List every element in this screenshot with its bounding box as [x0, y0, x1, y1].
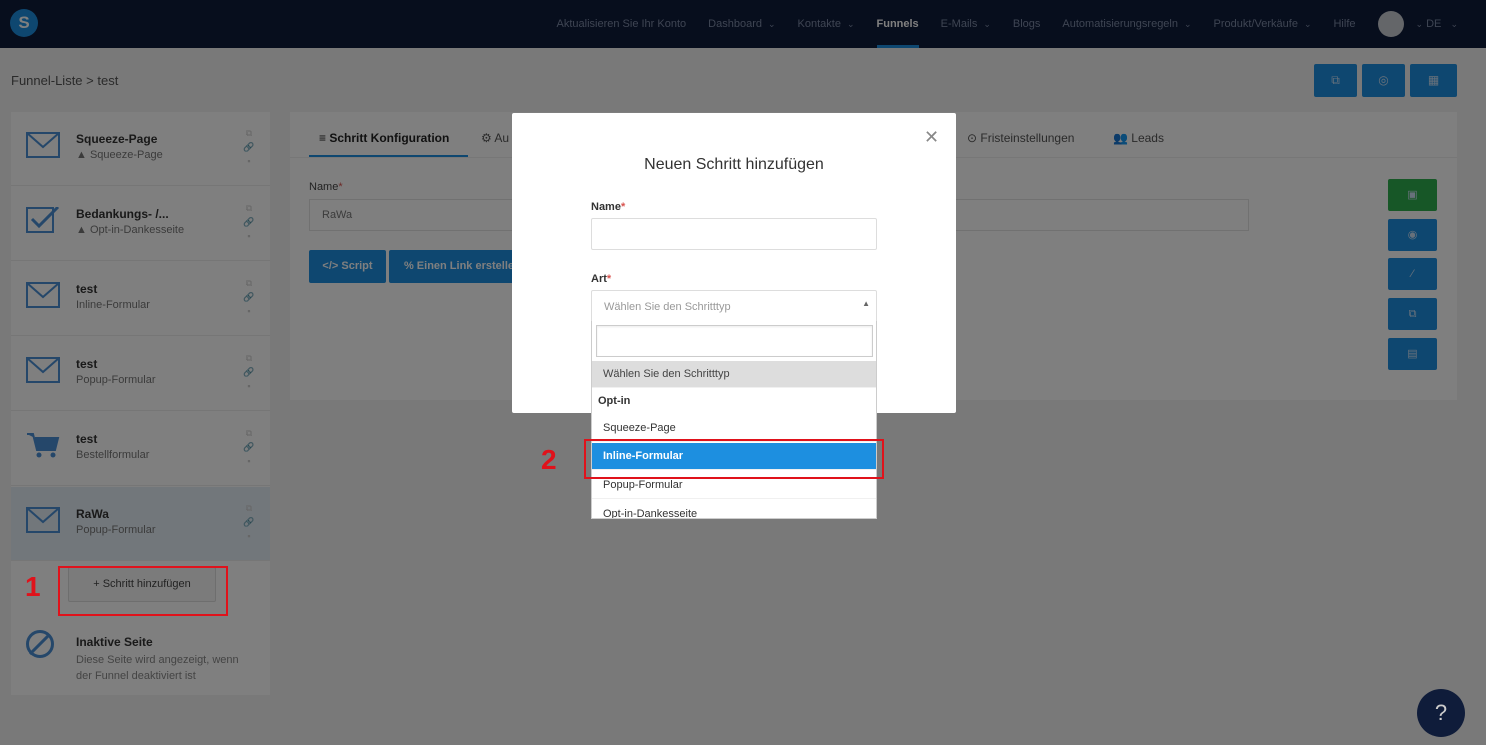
option-squeeze-page[interactable]: Squeeze-Page [592, 415, 876, 442]
step-type-dropdown: Wählen Sie den Schritttyp Opt-in Squeeze… [591, 321, 877, 519]
option-placeholder[interactable]: Wählen Sie den Schritttyp [592, 361, 876, 388]
modal-name-label: Name* [591, 201, 626, 213]
step-type-select[interactable]: Wählen Sie den Schritttyp ▲ [591, 290, 877, 322]
annotation-box-2 [584, 439, 884, 479]
modal-type-label: Art* [591, 273, 612, 285]
option-group-optin: Opt-in [598, 395, 631, 407]
annotation-number-2: 2 [541, 444, 557, 475]
annotation-number-1: 1 [25, 571, 41, 602]
caret-up-icon: ▲ [862, 299, 870, 308]
dropdown-search-input[interactable] [596, 325, 873, 357]
annotation-box-1 [58, 566, 228, 616]
modal-name-input[interactable] [591, 218, 877, 250]
help-button[interactable]: ? [1417, 689, 1465, 737]
close-icon[interactable]: ✕ [924, 127, 939, 148]
modal-title: Neuen Schritt hinzufügen [644, 156, 824, 173]
option-optin-thanks-page[interactable]: Opt-in-Dankesseite [592, 501, 876, 518]
